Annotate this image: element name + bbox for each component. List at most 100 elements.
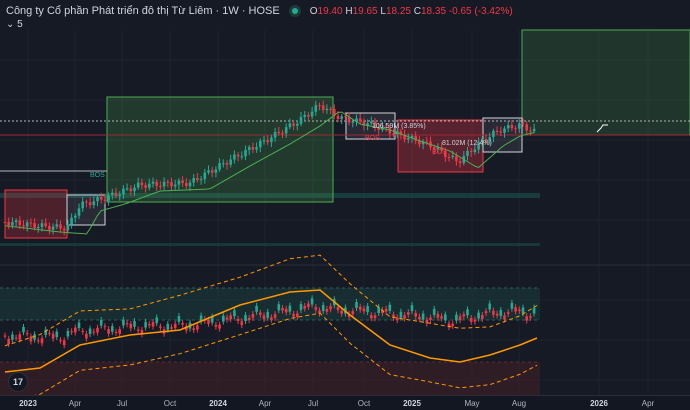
candle	[111, 192, 114, 196]
candle	[81, 201, 84, 209]
volume-label: 106.59M (3.85%)	[372, 123, 426, 130]
candle	[148, 183, 151, 188]
time-tick: Oct	[163, 399, 177, 408]
candle	[48, 225, 51, 230]
candle	[62, 228, 66, 231]
candle	[458, 161, 462, 164]
candle	[37, 226, 40, 228]
candle	[3, 222, 7, 223]
candle	[99, 197, 103, 200]
candle	[44, 223, 47, 226]
candle	[55, 224, 59, 227]
time-tick: Aug	[511, 399, 527, 408]
candle	[151, 181, 155, 184]
bos-label: BOS	[432, 149, 447, 156]
candle	[51, 226, 55, 230]
candle	[240, 156, 244, 158]
candle	[192, 178, 195, 183]
candle	[503, 128, 506, 133]
candle	[74, 215, 77, 218]
indicator-count: 5	[17, 19, 23, 30]
candle	[325, 108, 329, 111]
candle	[514, 128, 517, 130]
candle	[303, 114, 306, 117]
candle	[222, 163, 225, 165]
tradingview-logo[interactable]: 17	[8, 372, 28, 392]
chart-window: Công ty Cổ phần Phát triển đô thị Từ Liê…	[0, 0, 690, 410]
candle	[85, 201, 88, 203]
candle	[495, 130, 499, 132]
candle	[451, 155, 454, 158]
candle	[144, 185, 147, 188]
candle	[11, 222, 14, 226]
candle	[225, 163, 229, 165]
bear-ob-box	[4, 189, 68, 239]
ohlc-values: O19.40 H19.65 L18.25 C18.35 -0.65 (-3.42…	[309, 5, 513, 17]
candle	[77, 208, 81, 216]
candle	[196, 178, 199, 181]
target-box	[521, 29, 690, 136]
symbol-title[interactable]: Công ty Cổ phần Phát triển đô thị Từ Liê…	[6, 5, 280, 17]
time-axis[interactable]: 2023 Apr Jul Oct 2024 Apr Jul Oct 2025 May Aug 2026…	[0, 395, 690, 410]
time-tick: 2024	[209, 399, 227, 408]
candle	[525, 124, 528, 131]
symbol-legend: Công ty Cổ phần Phát triển đô thị Từ Liê…	[6, 5, 513, 17]
candle	[218, 163, 221, 170]
candle	[284, 127, 288, 134]
market-status-icon	[291, 8, 298, 14]
candle	[329, 108, 332, 110]
candle	[25, 222, 29, 227]
candle	[96, 197, 99, 202]
time-tick: Apr	[641, 399, 655, 408]
candle	[70, 217, 73, 225]
candle	[203, 172, 207, 180]
candle	[466, 150, 469, 156]
bull-ob-box	[106, 96, 334, 203]
candle	[140, 182, 144, 186]
overbought-zone	[0, 288, 540, 320]
candle	[336, 115, 340, 120]
candle	[492, 130, 495, 138]
candle	[103, 199, 107, 201]
candle	[129, 188, 133, 192]
candle	[233, 154, 236, 160]
candle	[181, 180, 184, 184]
candle	[40, 223, 44, 227]
candle	[340, 116, 343, 120]
candle	[18, 220, 22, 226]
candle	[199, 179, 203, 181]
candle	[506, 125, 510, 129]
candle	[88, 202, 92, 206]
candle	[266, 140, 269, 143]
candle	[518, 123, 521, 129]
price-chart[interactable]	[0, 0, 690, 395]
time-tick: 2025	[403, 399, 421, 408]
candle	[214, 169, 218, 173]
candle	[392, 133, 395, 135]
time-tick: Apr	[68, 399, 82, 408]
candle	[114, 192, 118, 196]
candle	[185, 183, 188, 187]
candle	[521, 123, 525, 125]
candle	[307, 114, 310, 117]
candle	[310, 111, 314, 117]
liquidity-zone	[0, 243, 540, 246]
candle	[14, 220, 18, 223]
candle	[288, 123, 292, 128]
candle	[207, 170, 210, 173]
candle	[22, 225, 25, 227]
candle	[255, 147, 258, 150]
candle	[314, 105, 318, 112]
candle	[277, 131, 281, 134]
candle	[281, 133, 284, 135]
candle	[510, 125, 514, 129]
candle	[229, 159, 232, 165]
time-tick: 2023	[19, 399, 37, 408]
candle	[321, 105, 325, 111]
indicators-toggle[interactable]: ⌄ 5	[6, 19, 23, 30]
candle	[251, 147, 255, 150]
candle	[358, 118, 362, 122]
candle	[29, 222, 33, 224]
candle	[292, 123, 295, 126]
candle	[155, 181, 158, 186]
